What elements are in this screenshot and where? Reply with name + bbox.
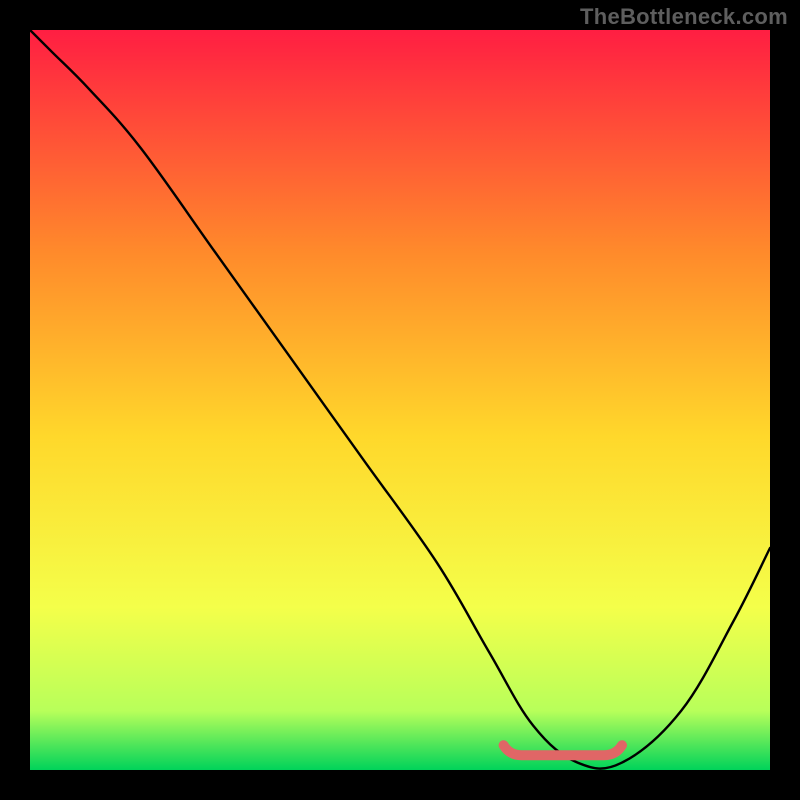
watermark-text: TheBottleneck.com [580, 4, 788, 30]
plot-background [30, 30, 770, 770]
bottleneck-chart [0, 0, 800, 800]
chart-frame: TheBottleneck.com [0, 0, 800, 800]
